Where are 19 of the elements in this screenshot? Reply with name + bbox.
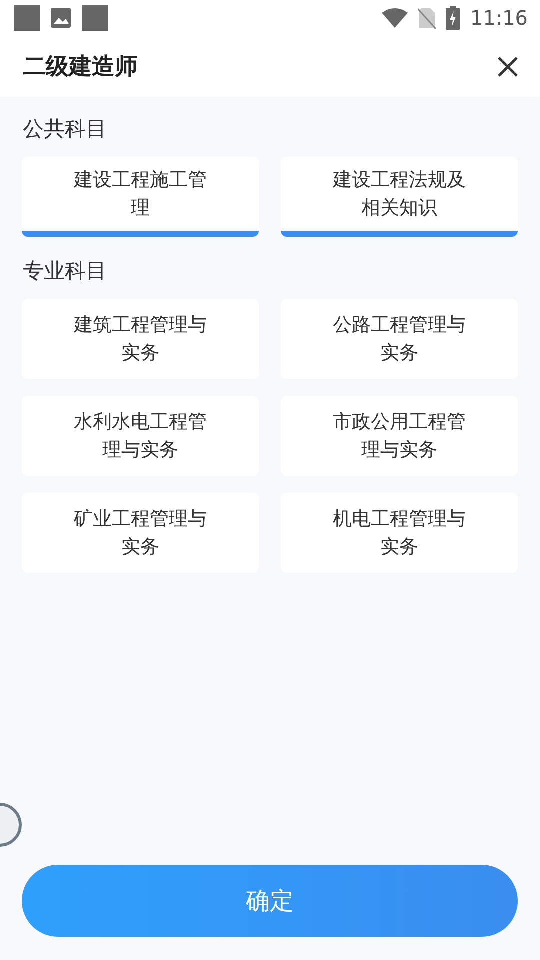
subject-card[interactable]: 机电工程管理与实务 [281, 493, 518, 573]
notification-icon [14, 5, 40, 31]
subject-card[interactable]: 水利水电工程管理与实务 [22, 396, 259, 476]
close-button[interactable] [496, 54, 520, 78]
subject-card[interactable]: 建筑工程管理与实务 [22, 299, 259, 379]
subject-card[interactable]: 公路工程管理与实务 [281, 299, 518, 379]
subject-card[interactable]: 矿业工程管理与实务 [22, 493, 259, 573]
subject-card[interactable]: 建设工程施工管理 [22, 157, 259, 237]
section-title: 专业科目 [23, 258, 108, 285]
image-icon [50, 7, 72, 29]
no-sim-icon [418, 7, 436, 29]
section-title: 公共科目 [23, 116, 108, 143]
wifi-icon [382, 8, 408, 28]
subject-card[interactable]: 建设工程法规及相关知识 [281, 157, 518, 237]
status-time: 11:16 [470, 6, 528, 30]
notification-icon [82, 5, 108, 31]
battery-icon [446, 6, 460, 30]
page-title: 二级建造师 [23, 53, 138, 82]
subject-card[interactable]: 市政公用工程管理与实务 [281, 396, 518, 476]
